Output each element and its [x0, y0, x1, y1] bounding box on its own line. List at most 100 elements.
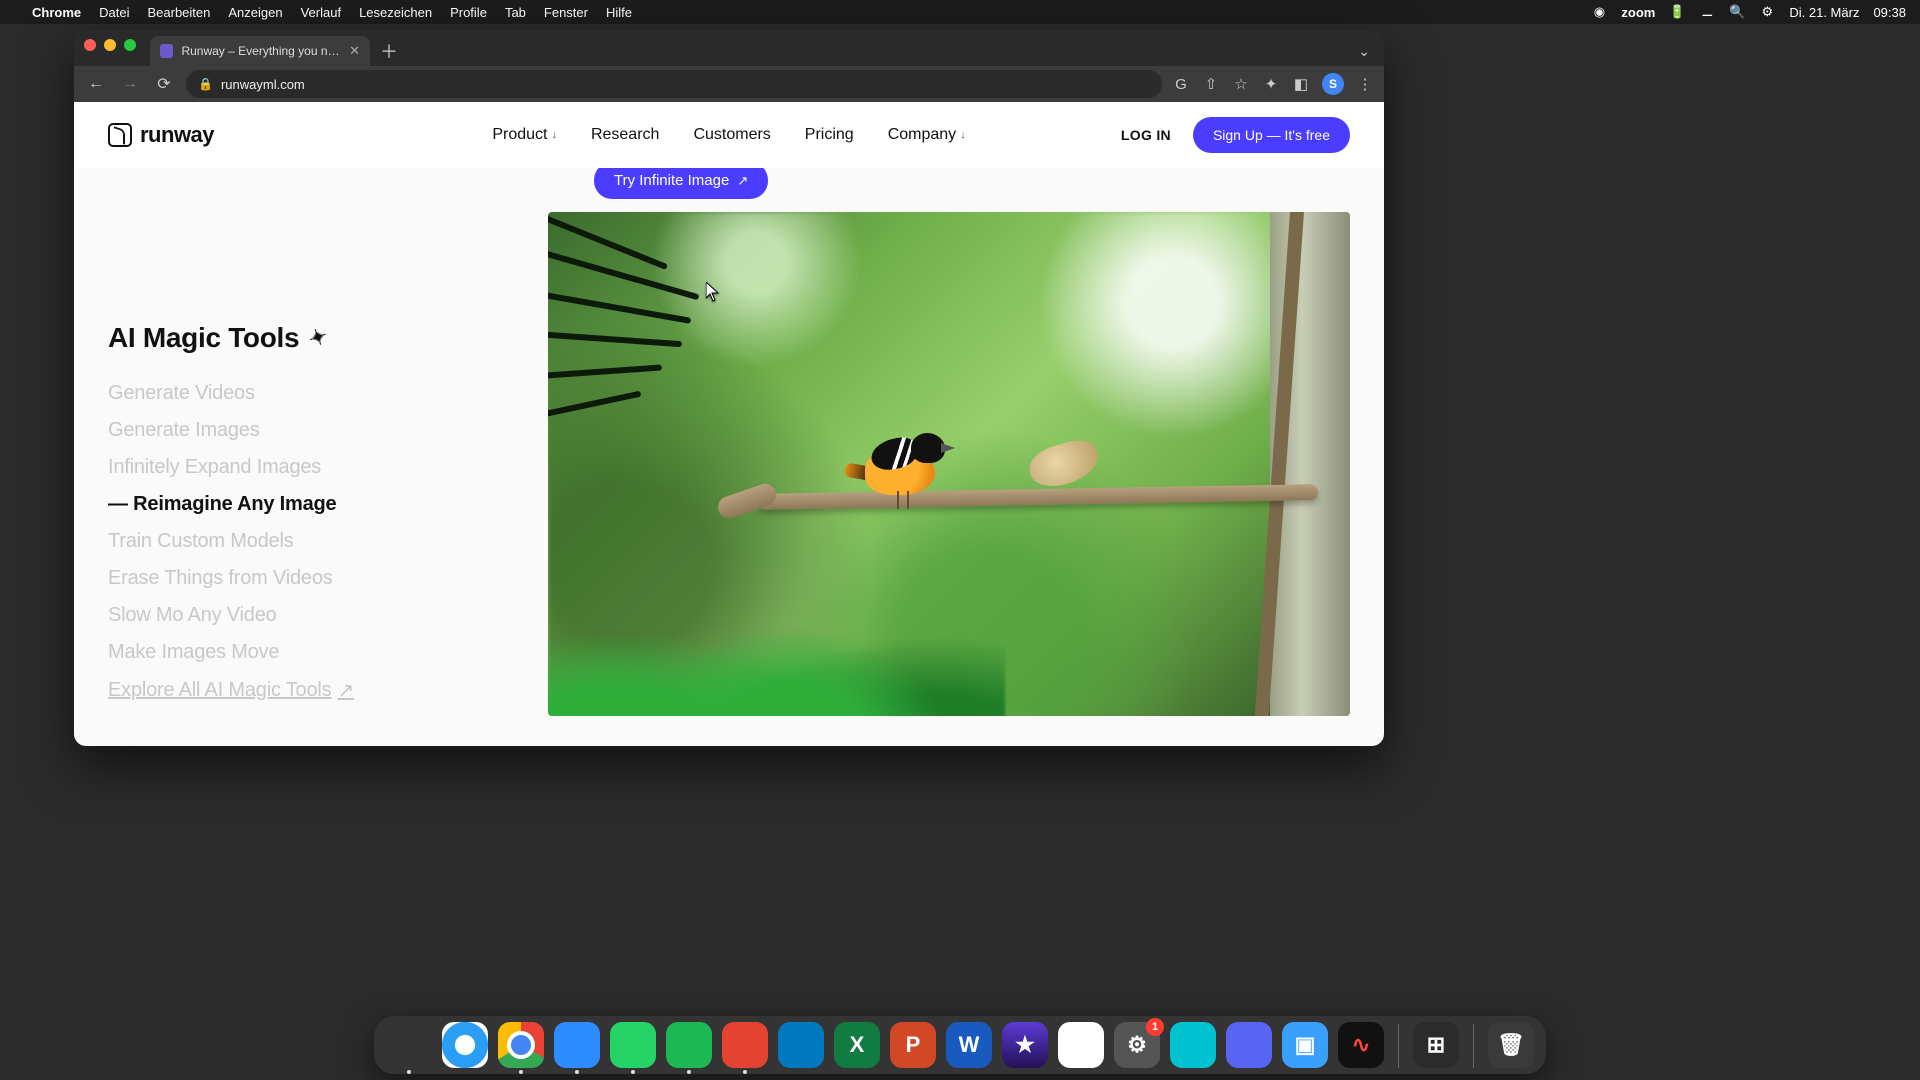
- menu-verlauf[interactable]: Verlauf: [301, 5, 341, 20]
- dock-zoom[interactable]: [554, 1022, 600, 1068]
- menu-profile[interactable]: Profile: [450, 5, 487, 20]
- tool-make-images-move[interactable]: Make Images Move: [108, 641, 518, 664]
- share-icon[interactable]: ⇧: [1202, 75, 1220, 93]
- tabs-dropdown-icon[interactable]: ⌄: [1358, 43, 1384, 66]
- logo-mark-icon: [108, 123, 132, 147]
- dock-trash[interactable]: 🗑: [1488, 1022, 1534, 1068]
- window-zoom-button[interactable]: [124, 39, 136, 51]
- zoom-menuextra[interactable]: zoom: [1621, 5, 1655, 20]
- page-viewport: runway Product↓ Research Customers Prici…: [74, 102, 1384, 746]
- menu-lesezeichen[interactable]: Lesezeichen: [359, 5, 432, 20]
- tool-infinitely-expand[interactable]: Infinitely Expand Images: [108, 456, 518, 479]
- dock-system-settings[interactable]: ⚙1: [1114, 1022, 1160, 1068]
- oriole-bird-graphic: [845, 409, 955, 519]
- arrow-up-right-icon: ↗: [337, 678, 354, 703]
- window-close-button[interactable]: [84, 39, 96, 51]
- palm-fronds-graphic: [548, 212, 708, 540]
- tool-generate-videos[interactable]: Generate Videos: [108, 382, 518, 405]
- tool-train-custom-models[interactable]: Train Custom Models: [108, 530, 518, 553]
- hero-column: [548, 212, 1350, 716]
- dock-powerpoint[interactable]: P: [890, 1022, 936, 1068]
- tab-title: Runway – Everything you need: [181, 44, 341, 58]
- login-link[interactable]: LOG IN: [1121, 127, 1171, 143]
- menu-tab[interactable]: Tab: [505, 5, 526, 20]
- tools-section: AI Magic Tools ✦ Generate Videos Generat…: [74, 212, 1384, 746]
- dock-badge: 1: [1146, 1018, 1164, 1036]
- macos-menubar: Chrome Datei Bearbeiten Anzeigen Verlauf…: [0, 0, 1920, 24]
- nav-forward-button[interactable]: →: [118, 75, 142, 93]
- site-header: runway Product↓ Research Customers Prici…: [74, 102, 1384, 168]
- chrome-menu-icon[interactable]: ⋮: [1356, 75, 1374, 93]
- dock-discord[interactable]: [1226, 1022, 1272, 1068]
- caterpillar-graphic: [1025, 435, 1103, 492]
- dock-excel[interactable]: X: [834, 1022, 880, 1068]
- dock-google-drive[interactable]: ▲: [1058, 1022, 1104, 1068]
- logo-text: runway: [140, 122, 214, 148]
- dock-word[interactable]: W: [946, 1022, 992, 1068]
- chrome-toolbar: ← → ⟳ 🔒 runwayml.com G ⇧ ☆ ✦ ◧ S ⋮: [74, 66, 1384, 102]
- profile-avatar[interactable]: S: [1322, 73, 1344, 95]
- tool-slow-mo[interactable]: Slow Mo Any Video: [108, 604, 518, 627]
- dock-finder[interactable]: [386, 1022, 432, 1068]
- bookmark-star-icon[interactable]: ☆: [1232, 75, 1250, 93]
- extensions-icon[interactable]: ✦: [1262, 75, 1280, 93]
- tab-close-icon[interactable]: ✕: [349, 43, 360, 59]
- menu-hilfe[interactable]: Hilfe: [606, 5, 632, 20]
- dock-spotify[interactable]: [666, 1022, 712, 1068]
- menubar-time[interactable]: 09:38: [1873, 5, 1906, 20]
- tab-favicon-icon: [160, 44, 173, 58]
- main-nav: Product↓ Research Customers Pricing Comp…: [492, 126, 965, 144]
- tool-list: Generate Videos Generate Images Infinite…: [108, 382, 518, 703]
- browser-tab-active[interactable]: Runway – Everything you need ✕: [150, 36, 370, 66]
- magic-wand-icon: ✦: [305, 323, 331, 354]
- new-tab-button[interactable]: ＋: [376, 38, 402, 64]
- wifi-icon[interactable]: ⚊: [1699, 4, 1715, 20]
- nav-product[interactable]: Product↓: [492, 126, 557, 144]
- dock-separator: [1473, 1024, 1474, 1068]
- nav-company[interactable]: Company↓: [888, 126, 966, 144]
- tool-erase-from-videos[interactable]: Erase Things from Videos: [108, 567, 518, 590]
- chrome-tabstrip: Runway – Everything you need ✕ ＋ ⌄: [74, 30, 1384, 66]
- menubar-date[interactable]: Di. 21. März: [1789, 5, 1859, 20]
- nav-customers[interactable]: Customers: [693, 126, 770, 144]
- tool-reimagine-any-image[interactable]: Reimagine Any Image: [108, 493, 518, 516]
- nav-pricing[interactable]: Pricing: [805, 126, 854, 144]
- menubar-app-name[interactable]: Chrome: [32, 5, 81, 20]
- lock-icon: 🔒: [198, 77, 213, 91]
- menu-anzeigen[interactable]: Anzeigen: [228, 5, 282, 20]
- menu-fenster[interactable]: Fenster: [544, 5, 588, 20]
- section-title: AI Magic Tools ✦: [108, 322, 518, 354]
- dock-calculator[interactable]: ⊞: [1413, 1022, 1459, 1068]
- address-bar[interactable]: 🔒 runwayml.com: [186, 70, 1162, 98]
- battery-icon[interactable]: 🔋: [1669, 4, 1685, 20]
- nav-reload-button[interactable]: ⟳: [152, 74, 176, 94]
- nav-back-button[interactable]: ←: [84, 75, 108, 93]
- dock-trello[interactable]: [778, 1022, 824, 1068]
- site-logo[interactable]: runway: [108, 122, 214, 148]
- tool-generate-images[interactable]: Generate Images: [108, 419, 518, 442]
- dock-whatsapp[interactable]: [610, 1022, 656, 1068]
- record-icon[interactable]: ◉: [1591, 4, 1607, 20]
- window-minimize-button[interactable]: [104, 39, 116, 51]
- dock-todoist[interactable]: [722, 1022, 768, 1068]
- menu-bearbeiten[interactable]: Bearbeiten: [147, 5, 210, 20]
- signup-button[interactable]: Sign Up — It's free: [1193, 117, 1350, 153]
- cta-label: Try Infinite Image: [614, 172, 729, 189]
- dock: X P W ★ ▲ ⚙1 ▣ ∿ ⊞ 🗑: [0, 1016, 1920, 1074]
- dock-chrome[interactable]: [498, 1022, 544, 1068]
- chevron-down-icon: ↓: [960, 129, 966, 141]
- dock-safari[interactable]: [442, 1022, 488, 1068]
- dock-app-teal[interactable]: [1170, 1022, 1216, 1068]
- dock-quicktime[interactable]: ▣: [1282, 1022, 1328, 1068]
- control-center-icon[interactable]: ⚙: [1759, 4, 1775, 20]
- explore-all-tools-link[interactable]: Explore All AI Magic Tools↗: [108, 678, 518, 703]
- spotlight-icon[interactable]: 🔍: [1729, 4, 1745, 20]
- nav-research[interactable]: Research: [591, 126, 659, 144]
- google-account-icon[interactable]: G: [1172, 76, 1190, 93]
- dock-voice-memos[interactable]: ∿: [1338, 1022, 1384, 1068]
- dock-imovie[interactable]: ★: [1002, 1022, 1048, 1068]
- dock-separator: [1398, 1024, 1399, 1068]
- menu-datei[interactable]: Datei: [99, 5, 129, 20]
- chevron-down-icon: ↓: [551, 129, 557, 141]
- sidepanel-icon[interactable]: ◧: [1292, 75, 1310, 93]
